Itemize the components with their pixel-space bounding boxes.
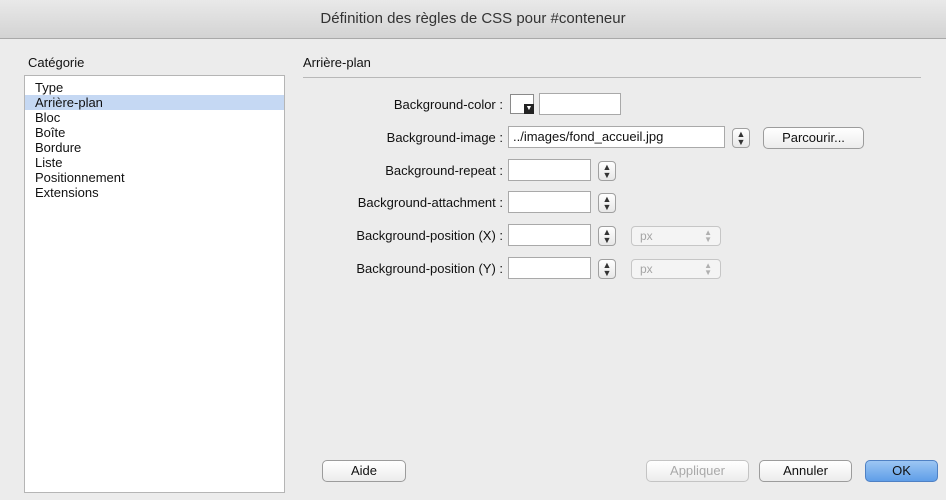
bg-repeat-label: Background-repeat :	[385, 163, 503, 178]
category-heading: Catégorie	[28, 55, 85, 70]
bg-image-row: Background-image : ../images/fond_accuei…	[303, 126, 923, 150]
bg-position-x-label: Background-position (X) :	[356, 228, 503, 243]
category-item-bloc[interactable]: Bloc	[25, 110, 284, 125]
bg-position-x-unit-select[interactable]: px ▲ ▼	[631, 226, 721, 246]
bg-repeat-dropdown-icon[interactable]: ▲ ▼	[598, 161, 616, 181]
bg-position-x-dropdown-icon[interactable]: ▲ ▼	[598, 226, 616, 246]
color-swatch-button[interactable]: ▼	[510, 94, 534, 114]
updown-icon: ▲ ▼	[704, 261, 712, 277]
category-item-extensions[interactable]: Extensions	[25, 185, 284, 200]
bg-attachment-dropdown-icon[interactable]: ▲ ▼	[598, 193, 616, 213]
bg-attachment-row: Background-attachment : ▲ ▼	[303, 191, 923, 215]
section-heading: Arrière-plan	[303, 55, 371, 70]
bg-image-dropdown-icon[interactable]: ▲ ▼	[732, 128, 750, 148]
section-divider	[303, 77, 921, 78]
bg-position-y-row: Background-position (Y) : ▲ ▼ px ▲ ▼	[303, 257, 923, 281]
bg-color-input[interactable]	[539, 93, 621, 115]
ok-button[interactable]: OK	[865, 460, 938, 482]
bg-position-y-unit: px	[640, 262, 653, 276]
category-list[interactable]: Type Arrière-plan Bloc Boîte Bordure Lis…	[24, 75, 285, 493]
browse-button[interactable]: Parcourir...	[763, 127, 864, 149]
bg-image-input[interactable]: ../images/fond_accueil.jpg	[508, 126, 725, 148]
category-item-liste[interactable]: Liste	[25, 155, 284, 170]
category-item-arriere-plan[interactable]: Arrière-plan	[25, 95, 284, 110]
bg-color-label: Background-color :	[393, 97, 503, 112]
bg-position-x-unit: px	[640, 229, 653, 243]
category-item-boite[interactable]: Boîte	[25, 125, 284, 140]
bg-position-x-input[interactable]	[508, 224, 591, 246]
bg-position-x-row: Background-position (X) : ▲ ▼ px ▲ ▼	[303, 224, 923, 248]
bg-attachment-input[interactable]	[508, 191, 591, 213]
bg-position-y-label: Background-position (Y) :	[356, 261, 503, 276]
category-item-bordure[interactable]: Bordure	[25, 140, 284, 155]
cancel-button[interactable]: Annuler	[759, 460, 852, 482]
bg-repeat-input[interactable]	[508, 159, 591, 181]
bg-attachment-label: Background-attachment :	[357, 195, 503, 210]
help-button[interactable]: Aide	[322, 460, 406, 482]
chevron-down-icon: ▼	[524, 104, 534, 114]
bg-image-label: Background-image :	[386, 130, 503, 145]
apply-button[interactable]: Appliquer	[646, 460, 749, 482]
category-item-positionnement[interactable]: Positionnement	[25, 170, 284, 185]
updown-icon: ▲ ▼	[704, 228, 712, 244]
bg-position-y-input[interactable]	[508, 257, 591, 279]
bg-position-y-dropdown-icon[interactable]: ▲ ▼	[598, 259, 616, 279]
category-item-type[interactable]: Type	[25, 80, 284, 95]
window-title: Définition des règles de CSS pour #conte…	[0, 0, 946, 39]
bg-position-y-unit-select[interactable]: px ▲ ▼	[631, 259, 721, 279]
bg-repeat-row: Background-repeat : ▲ ▼	[303, 159, 923, 183]
bg-color-row: Background-color : ▼	[303, 93, 923, 117]
